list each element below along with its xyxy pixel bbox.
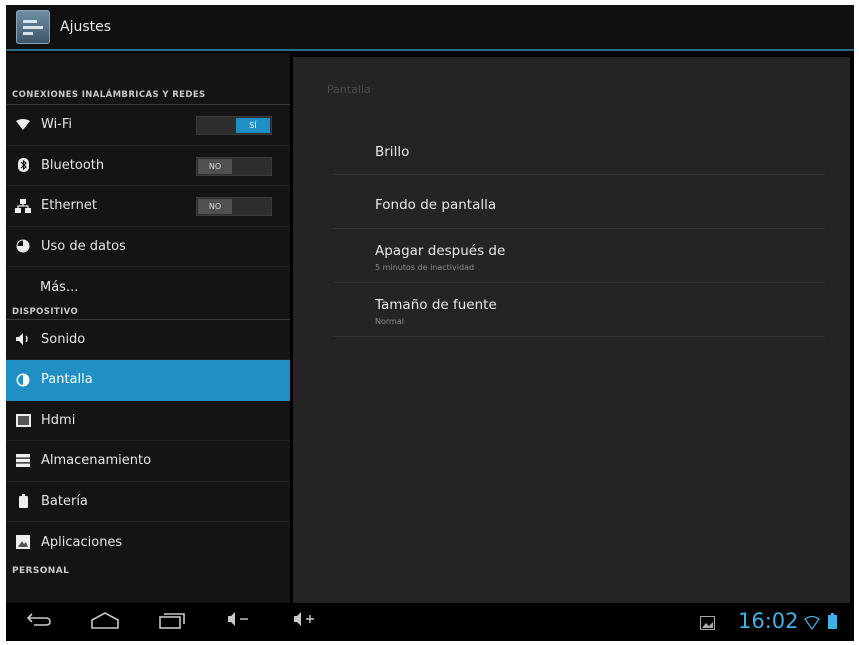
battery-icon bbox=[15, 493, 31, 509]
gallery-notification-icon[interactable] bbox=[700, 614, 715, 635]
pref-title: Brillo bbox=[375, 144, 410, 160]
list-item-display[interactable]: Pantalla bbox=[6, 360, 290, 401]
recent-apps-icon[interactable] bbox=[158, 611, 186, 634]
data-usage-icon bbox=[15, 238, 31, 254]
list-item-bluetooth[interactable]: Bluetooth NO bbox=[6, 146, 290, 186]
pref-wallpaper[interactable]: Fondo de pantalla bbox=[333, 175, 825, 229]
app-title: Ajustes bbox=[60, 19, 112, 35]
list-item-label: Más... bbox=[40, 279, 79, 295]
tablet-screen: Ajustes CONEXIONES INALÁMBRICAS Y REDES … bbox=[6, 5, 854, 641]
list-item-label: Batería bbox=[41, 493, 88, 509]
list-item-storage[interactable]: Almacenamiento bbox=[6, 441, 290, 482]
list-item-label: Hdmi bbox=[41, 412, 76, 428]
battery-status-icon bbox=[828, 613, 837, 634]
back-icon[interactable] bbox=[26, 611, 52, 632]
action-bar: Ajustes bbox=[6, 5, 854, 51]
wifi-status-icon bbox=[804, 614, 820, 635]
pref-title: Fondo de pantalla bbox=[375, 197, 497, 213]
pref-title: Apagar después de bbox=[375, 243, 506, 259]
display-brightness-icon bbox=[15, 372, 31, 388]
list-item-label: Almacenamiento bbox=[41, 453, 152, 469]
bluetooth-toggle-label: NO bbox=[198, 158, 232, 174]
wifi-toggle-label: SÍ bbox=[236, 118, 270, 133]
pref-title: Tamaño de fuente bbox=[375, 297, 497, 313]
section-header-wireless: CONEXIONES INALÁMBRICAS Y REDES bbox=[6, 53, 290, 105]
section-header-personal: PERSONAL bbox=[12, 565, 70, 576]
storage-icon bbox=[15, 453, 31, 469]
system-nav-bar: 16:02 bbox=[6, 603, 854, 641]
ethernet-toggle[interactable]: NO bbox=[196, 197, 272, 216]
list-item-label: Aplicaciones bbox=[41, 534, 123, 550]
sound-icon bbox=[15, 331, 31, 347]
list-item-label: Wi-Fi bbox=[41, 117, 73, 133]
pref-summary: Normal bbox=[375, 317, 404, 326]
list-item-label: Sonido bbox=[41, 331, 86, 347]
list-item-ethernet[interactable]: Ethernet NO bbox=[6, 186, 290, 227]
pref-sleep[interactable]: Apagar después de 5 minutos de inactivid… bbox=[333, 229, 825, 283]
bluetooth-icon bbox=[15, 157, 31, 173]
volume-up-icon[interactable] bbox=[292, 611, 318, 632]
display-settings-panel: Pantalla Brillo Fondo de pantalla Apagar… bbox=[293, 57, 850, 603]
list-item-hdmi[interactable]: Hdmi bbox=[6, 401, 290, 441]
panel-header: Pantalla bbox=[327, 83, 371, 96]
settings-app-icon[interactable] bbox=[16, 10, 50, 44]
bluetooth-toggle[interactable]: NO bbox=[196, 156, 272, 176]
settings-header-list: CONEXIONES INALÁMBRICAS Y REDES Wi-Fi SÍ… bbox=[6, 53, 290, 605]
clock[interactable]: 16:02 bbox=[738, 609, 799, 633]
list-item-wifi[interactable]: Wi-Fi SÍ bbox=[6, 105, 290, 146]
wifi-toggle[interactable]: SÍ bbox=[196, 116, 272, 135]
volume-down-icon[interactable] bbox=[226, 611, 252, 632]
list-item-apps[interactable]: Aplicaciones bbox=[6, 522, 290, 563]
list-item-data-usage[interactable]: Uso de datos bbox=[6, 227, 290, 267]
apps-icon bbox=[15, 534, 31, 550]
pref-summary: 5 minutos de inactividad bbox=[375, 263, 475, 272]
wifi-icon bbox=[15, 117, 31, 133]
list-item-battery[interactable]: Batería bbox=[6, 482, 290, 522]
list-item-more[interactable]: Más... bbox=[6, 267, 290, 308]
section-header-device: DISPOSITIVO bbox=[6, 307, 290, 320]
list-item-label: Ethernet bbox=[41, 198, 97, 214]
list-item-sound[interactable]: Sonido bbox=[6, 320, 290, 360]
list-item-label: Bluetooth bbox=[41, 157, 105, 173]
home-icon[interactable] bbox=[90, 611, 120, 634]
ethernet-toggle-label: NO bbox=[198, 199, 232, 214]
pref-font-size[interactable]: Tamaño de fuente Normal bbox=[333, 283, 825, 337]
ethernet-icon bbox=[15, 198, 31, 214]
hdmi-icon bbox=[15, 412, 31, 428]
list-item-label: Pantalla bbox=[41, 372, 93, 388]
pref-brightness[interactable]: Brillo bbox=[333, 121, 825, 175]
list-item-label: Uso de datos bbox=[41, 238, 126, 254]
